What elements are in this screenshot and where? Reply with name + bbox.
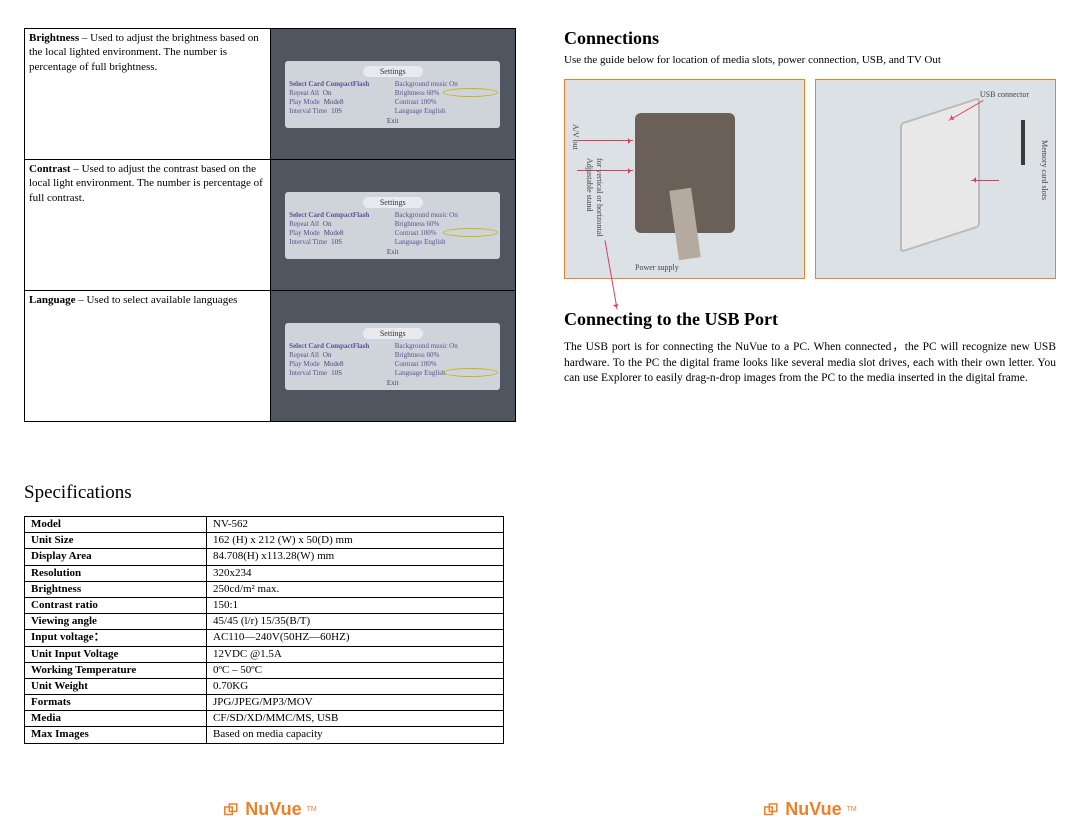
table-row: Input voltage：AC110—240V(50HZ—60HZ)	[25, 630, 504, 646]
logo-icon	[763, 801, 781, 819]
spec-value: 162 (H) x 212 (W) x 50(D) mm	[207, 533, 504, 549]
table-row: Unit Weight0.70KG	[25, 678, 504, 694]
brand-logo: NuVueTM	[223, 799, 316, 820]
table-row: Unit Size162 (H) x 212 (W) x 50(D) mm	[25, 533, 504, 549]
table-row: Language – Used to select available lang…	[25, 291, 516, 422]
spec-value: 320x234	[207, 565, 504, 581]
spec-value: 250cd/m² max.	[207, 581, 504, 597]
table-row: Viewing angle45/45 (l/r) 15/35(B/T)	[25, 614, 504, 630]
spec-key: Model	[25, 517, 207, 533]
usb-heading: Connecting to the USB Port	[564, 309, 1056, 330]
spec-value: 0ºC – 50ºC	[207, 662, 504, 678]
spec-value: Based on media capacity	[207, 727, 504, 743]
label-memory: Memory card slots	[1040, 140, 1049, 200]
spec-value: JPG/JPEG/MP3/MOV	[207, 695, 504, 711]
spec-key: Unit Weight	[25, 678, 207, 694]
spec-key: Formats	[25, 695, 207, 711]
setting-screenshot: Settings Select Card CompactFlashBackgro…	[270, 291, 516, 422]
connection-diagrams: A/V out Adjustable stand for vertical or…	[564, 79, 1056, 279]
connections-heading: Connections	[564, 28, 1056, 49]
label-stand: Adjustable stand	[585, 158, 594, 212]
spec-value: 12VDC @1.5A	[207, 646, 504, 662]
spec-value: 84.708(H) x113.28(W) mm	[207, 549, 504, 565]
specifications-heading: Specifications	[24, 482, 516, 504]
diagram-side-view: USB connector Memory card slots	[815, 79, 1056, 279]
spec-key: Working Temperature	[25, 662, 207, 678]
table-row: MediaCF/SD/XD/MMC/MS, USB	[25, 711, 504, 727]
label-power: Power supply	[635, 263, 679, 272]
left-page: Brightness – Used to adjust the brightne…	[0, 0, 540, 834]
diagram-back-view: A/V out Adjustable stand for vertical or…	[564, 79, 805, 279]
settings-feature-table: Brightness – Used to adjust the brightne…	[24, 28, 516, 422]
table-row: Working Temperature0ºC – 50ºC	[25, 662, 504, 678]
table-row: Max ImagesBased on media capacity	[25, 727, 504, 743]
specifications-table: ModelNV-562Unit Size162 (H) x 212 (W) x …	[24, 516, 504, 744]
usb-paragraph: The USB port is for connecting the NuVue…	[564, 340, 1056, 387]
table-row: Brightness – Used to adjust the brightne…	[25, 29, 516, 160]
table-row: ModelNV-562	[25, 517, 504, 533]
setting-screenshot: Settings Select Card CompactFlashBackgro…	[270, 29, 516, 160]
spec-value: 45/45 (l/r) 15/35(B/T)	[207, 614, 504, 630]
spec-key: Display Area	[25, 549, 207, 565]
label-stand2: for vertical or horizontal	[595, 158, 604, 236]
spec-value: CF/SD/XD/MMC/MS, USB	[207, 711, 504, 727]
spec-key: Max Images	[25, 727, 207, 743]
spec-key: Input voltage：	[25, 630, 207, 646]
table-row: Contrast ratio150:1	[25, 597, 504, 613]
label-av-out: A/V out	[571, 124, 580, 150]
setting-description: Brightness – Used to adjust the brightne…	[25, 29, 271, 160]
setting-description: Language – Used to select available lang…	[25, 291, 271, 422]
setting-description: Contrast – Used to adjust the contrast b…	[25, 160, 271, 291]
spec-key: Unit Size	[25, 533, 207, 549]
spec-value: 0.70KG	[207, 678, 504, 694]
spec-key: Brightness	[25, 581, 207, 597]
spec-key: Unit Input Voltage	[25, 646, 207, 662]
spec-value: NV-562	[207, 517, 504, 533]
spec-key: Viewing angle	[25, 614, 207, 630]
table-row: Resolution320x234	[25, 565, 504, 581]
spec-key: Contrast ratio	[25, 597, 207, 613]
table-row: Display Area84.708(H) x113.28(W) mm	[25, 549, 504, 565]
logo-icon	[223, 801, 241, 819]
table-row: Formats JPG/JPEG/MP3/MOV	[25, 695, 504, 711]
table-row: Unit Input Voltage12VDC @1.5A	[25, 646, 504, 662]
brand-logo: NuVueTM	[763, 799, 856, 820]
table-row: Contrast – Used to adjust the contrast b…	[25, 160, 516, 291]
label-usb: USB connector	[980, 90, 1029, 99]
spec-key: Resolution	[25, 565, 207, 581]
right-page: Connections Use the guide below for loca…	[540, 0, 1080, 834]
spec-value: 150:1	[207, 597, 504, 613]
table-row: Brightness250cd/m² max.	[25, 581, 504, 597]
setting-screenshot: Settings Select Card CompactFlashBackgro…	[270, 160, 516, 291]
spec-key: Media	[25, 711, 207, 727]
connections-subtext: Use the guide below for location of medi…	[564, 53, 1056, 67]
spec-value: AC110—240V(50HZ—60HZ)	[207, 630, 504, 646]
